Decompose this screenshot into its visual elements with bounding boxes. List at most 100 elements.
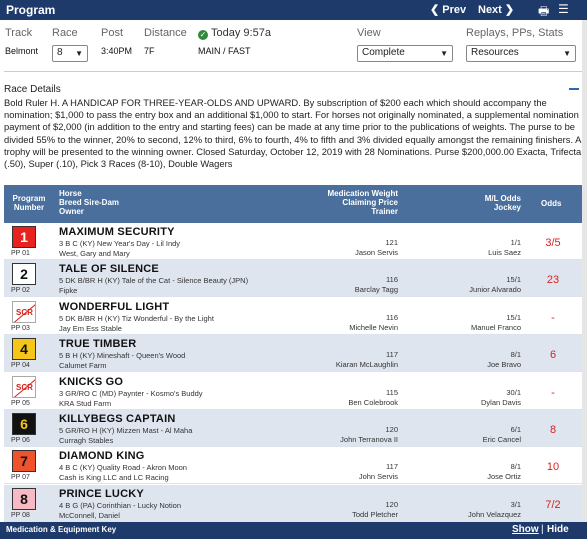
col-med-label: Medication Weight: [327, 189, 398, 198]
scrollbar[interactable]: [582, 20, 587, 522]
horse-weight: 115: [386, 387, 398, 397]
program-number-badge: 2: [12, 263, 36, 286]
track-label: Track: [5, 27, 33, 39]
col-odds: Odds: [541, 199, 562, 208]
trainer-name: Kiaran McLaughlin: [335, 360, 398, 370]
pp-label: PP 06: [11, 437, 30, 444]
live-odds: -: [551, 386, 555, 399]
chevron-left-icon: ❮: [430, 4, 443, 16]
live-odds: -: [551, 311, 555, 324]
caret-down-icon: ▼: [440, 49, 448, 58]
horse-weight: 116: [386, 312, 398, 322]
col-number-label: Number: [13, 203, 45, 212]
morning-line-odds: 1/1: [510, 238, 521, 247]
table-row[interactable]: 6 PP 06 KILLYBEGS CAPTAIN 5 GR/RO H (KY) Mi…: [4, 410, 582, 447]
table-row[interactable]: SCR PP 05 KNICKS GO 3 GR/RO C (MD) Paynter …: [4, 373, 582, 410]
resources-select-value: Resources: [471, 47, 519, 58]
horse-breed: 4 B G (PA) Corinthian - Lucky Notion: [59, 500, 181, 510]
race-label: Race: [52, 27, 78, 39]
table-row[interactable]: 1 PP 01 MAXIMUM SECURITY 3 B C (KY) New Yea…: [4, 223, 582, 260]
show-link[interactable]: Show: [512, 524, 539, 535]
next-race-button[interactable]: Next ❯: [478, 3, 514, 16]
race-select[interactable]: 8 ▼: [52, 45, 88, 62]
today-status: ✓ Today 9:57a: [198, 27, 271, 40]
trainer-name: Barclay Tagg: [354, 285, 398, 295]
horse-weight: 117: [386, 350, 398, 360]
table-row[interactable]: 2 PP 02 TALE OF SILENCE 5 DK B/BR H (KY) Ta…: [4, 260, 582, 298]
col-horse: Horse Breed Sire-Dam Owner: [59, 189, 119, 216]
horse-owner: Curragh Stables: [59, 436, 114, 445]
horse-name[interactable]: WONDERFUL LIGHT: [59, 301, 169, 313]
horse-name[interactable]: PRINCE LUCKY: [59, 488, 144, 500]
jockey-name: Junior Alvarado: [469, 285, 521, 295]
horse-owner: Cash is King LLC and LC Racing: [59, 473, 169, 483]
divider: [4, 71, 582, 72]
menu-icon[interactable]: ☰: [558, 2, 569, 16]
col-trainer-label: Trainer: [371, 207, 398, 216]
trainer-name: Todd Pletcher: [352, 509, 398, 519]
table-row[interactable]: SCR PP 03 WONDERFUL LIGHT 5 DK B/BR H (KY) …: [4, 298, 582, 335]
prev-race-button[interactable]: ❮ Prev: [430, 3, 466, 16]
horse-breed: 5 B H (KY) Mineshaft - Queen's Wood: [59, 351, 186, 361]
trainer-name: Ben Colebrook: [348, 397, 398, 407]
program-header-bar: Program ❮ Prev Next ❯ 🖶 ☰: [0, 0, 587, 20]
replays-label: Replays, PPs, Stats: [466, 27, 564, 39]
trainer-name: Jason Servis: [355, 248, 398, 257]
live-odds: 6: [549, 349, 557, 362]
trainer-name: Michelle Nevin: [349, 322, 398, 332]
jockey-name: Joe Bravo: [487, 360, 521, 370]
live-odds: 8: [549, 424, 557, 436]
view-label: View: [357, 27, 381, 39]
horse-weight: 120: [385, 499, 398, 509]
horse-name[interactable]: MAXIMUM SECURITY: [59, 226, 175, 238]
view-select-value: Complete: [362, 47, 405, 58]
program-number-badge: 7: [12, 450, 36, 473]
footer-separator: |: [541, 524, 544, 535]
pp-label: PP 01: [11, 250, 30, 257]
race-details-title: Race Details: [4, 84, 61, 95]
horse-name[interactable]: TALE OF SILENCE: [59, 263, 159, 275]
jockey-name: Manuel Franco: [470, 322, 521, 332]
jockey-name: Eric Cancel: [482, 435, 521, 444]
race-details-text: Bold Ruler H. A HANDICAP FOR THREE-YEAR-…: [4, 97, 582, 170]
horse-name[interactable]: KNICKS GO: [59, 376, 123, 388]
col-ml: M/L Odds Jockey: [485, 194, 521, 212]
collapse-icon[interactable]: [569, 88, 579, 90]
caret-down-icon: ▼: [75, 49, 83, 58]
horse-name[interactable]: KILLYBEGS CAPTAIN: [59, 413, 175, 425]
resources-select[interactable]: Resources ▼: [466, 45, 576, 62]
live-odds: 3/5: [545, 237, 561, 249]
horse-breed: 5 DK B/BR H (KY) Tale of the Cat - Silen…: [59, 276, 249, 286]
horse-breed: 5 GR/RO H (KY) Mizzen Mast - Al Maha: [59, 426, 193, 435]
morning-line-odds: 8/1: [510, 350, 521, 360]
horse-breed: 4 B C (KY) Quality Road - Akron Moon: [59, 463, 187, 473]
pp-label: PP 02: [11, 287, 30, 295]
horse-name[interactable]: TRUE TIMBER: [59, 338, 136, 350]
med-key-label: Medication & Equipment Key: [6, 525, 117, 534]
check-icon: ✓: [198, 30, 208, 40]
col-med: Medication Weight Claiming Price Trainer: [327, 189, 398, 216]
horse-owner: Jay Em Ess Stable: [59, 323, 122, 333]
col-ml-label: M/L Odds: [484, 194, 521, 203]
view-select[interactable]: Complete ▼: [357, 45, 453, 62]
horse-weight: 121: [385, 238, 398, 247]
race-select-value: 8: [57, 47, 63, 58]
col-jockey-label: Jockey: [493, 203, 521, 212]
morning-line-odds: 15/1: [506, 275, 521, 285]
trainer-name: John Servis: [358, 472, 398, 482]
pp-label: PP 07: [11, 474, 30, 482]
horse-name[interactable]: DIAMOND KING: [59, 450, 145, 462]
table-row[interactable]: 8 PP 08 PRINCE LUCKY 4 B G (PA) Corinthian …: [4, 484, 582, 522]
hide-link[interactable]: Hide: [547, 524, 569, 535]
table-row[interactable]: 7 PP 07 DIAMOND KING 4 B C (KY) Quality Roa…: [4, 447, 582, 485]
program-number-badge: 6: [12, 413, 36, 435]
next-label: Next: [478, 4, 502, 16]
table-row[interactable]: 4 PP 04 TRUE TIMBER 5 B H (KY) Mineshaft - …: [4, 335, 582, 373]
horse-weight: 117: [386, 462, 398, 472]
scratched-label: SCR: [16, 382, 33, 392]
col-program: Program Number: [11, 194, 47, 212]
horse-weight: 116: [386, 275, 398, 285]
printer-icon[interactable]: 🖶: [538, 2, 549, 23]
pp-label: PP 03: [11, 324, 30, 332]
caret-down-icon: ▼: [563, 49, 571, 58]
